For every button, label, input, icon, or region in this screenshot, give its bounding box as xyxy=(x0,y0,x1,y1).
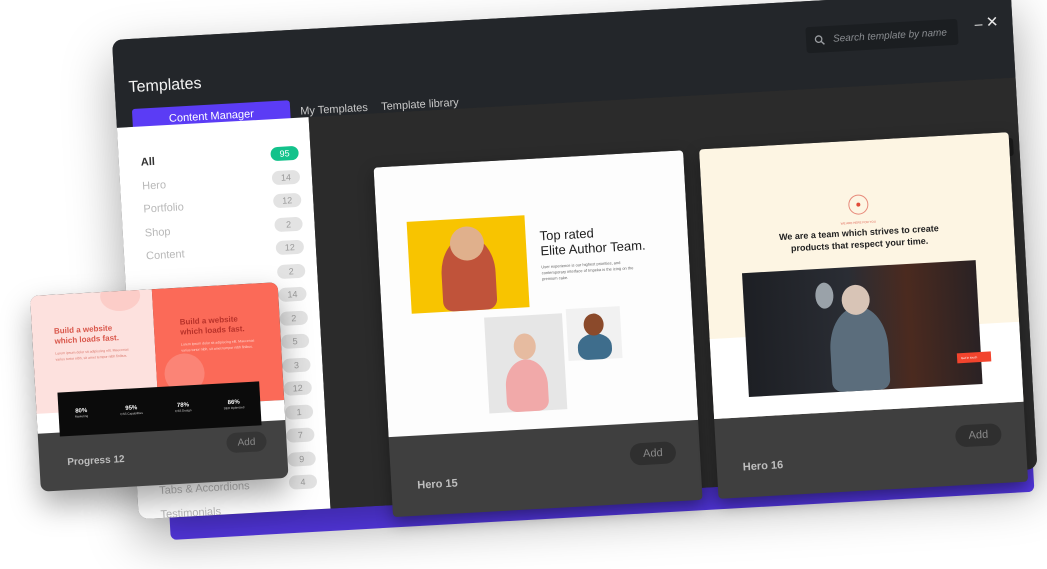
category-count-badge: 2 xyxy=(274,216,303,232)
sidebar-category[interactable]: Portfolio xyxy=(143,201,184,215)
search-icon xyxy=(814,34,825,45)
category-count-badge: 2 xyxy=(276,263,306,279)
sidebar-category[interactable]: Content xyxy=(146,248,185,262)
preview-headline-left: Build a website which loads fast. xyxy=(53,323,120,346)
category-count-badge: 12 xyxy=(272,192,302,209)
stat: 78% CSS Design xyxy=(175,402,192,414)
preview-paragraph: User experience is our highest prioritie… xyxy=(541,259,634,282)
preview-photo-woman xyxy=(484,313,568,414)
template-grid: Top rated Elite Author Team. User experi… xyxy=(308,77,1038,518)
sidebar-category[interactable]: All xyxy=(141,156,156,169)
play-circle-icon xyxy=(847,194,869,216)
stat: 86% SEO Optimized xyxy=(223,399,245,411)
category-count-badge: 12 xyxy=(275,239,305,256)
category-count-badge: 4 xyxy=(288,474,318,490)
template-name: Hero 15 xyxy=(417,477,458,492)
window-title: Templates xyxy=(128,75,202,97)
preview-photo-main xyxy=(406,215,530,314)
close-button[interactable]: ✕ xyxy=(985,13,999,32)
stage: Templates Content Manager My Templates T… xyxy=(0,0,1047,569)
preview-headline: Top rated Elite Author Team. xyxy=(539,225,646,259)
template-preview: Top rated Elite Author Team. User experi… xyxy=(373,150,699,438)
category-count-badge: 12 xyxy=(283,380,313,396)
category-count-badge: 3 xyxy=(282,356,311,373)
category-count-badge: 14 xyxy=(271,169,301,185)
sidebar-category[interactable]: Shop xyxy=(144,226,170,239)
add-button[interactable]: Add xyxy=(954,422,1002,448)
preview-photo-man xyxy=(565,306,623,362)
template-name: Hero 16 xyxy=(742,459,784,474)
preview-photo xyxy=(741,260,983,398)
template-card-hero-15[interactable]: Top rated Elite Author Team. User experi… xyxy=(373,150,703,518)
stat: 95% CSS Capabilities xyxy=(120,405,143,417)
template-card-progress-12[interactable]: Build a website which loads fast. Lorem … xyxy=(30,282,289,492)
category-count-badge: 9 xyxy=(287,450,317,467)
add-button[interactable]: Add xyxy=(225,431,268,454)
preview-headline-right: Build a website which loads fast. xyxy=(179,314,245,337)
category-count-badge: 14 xyxy=(278,286,307,303)
search-box[interactable] xyxy=(805,18,959,54)
category-count-badge: 2 xyxy=(279,310,309,326)
category-count-badge: 7 xyxy=(285,427,315,443)
minimize-button[interactable]: – xyxy=(974,15,983,31)
search-input[interactable] xyxy=(830,25,956,46)
template-card-hero-16[interactable]: WE ARE HERE FOR YOU We are a team which … xyxy=(699,132,1029,499)
category-count-badge: 1 xyxy=(284,403,314,420)
template-preview: WE ARE HERE FOR YOU We are a team which … xyxy=(699,132,1024,419)
sidebar-category[interactable]: Hero xyxy=(142,179,166,192)
template-name: Progress 12 xyxy=(67,453,125,469)
stat: 80% Marketing xyxy=(74,407,89,419)
add-button[interactable]: Add xyxy=(629,441,677,466)
category-count-badge: 5 xyxy=(280,333,310,350)
preview-cta: Get in touch xyxy=(956,351,992,364)
category-count-badge: 95 xyxy=(270,145,299,162)
